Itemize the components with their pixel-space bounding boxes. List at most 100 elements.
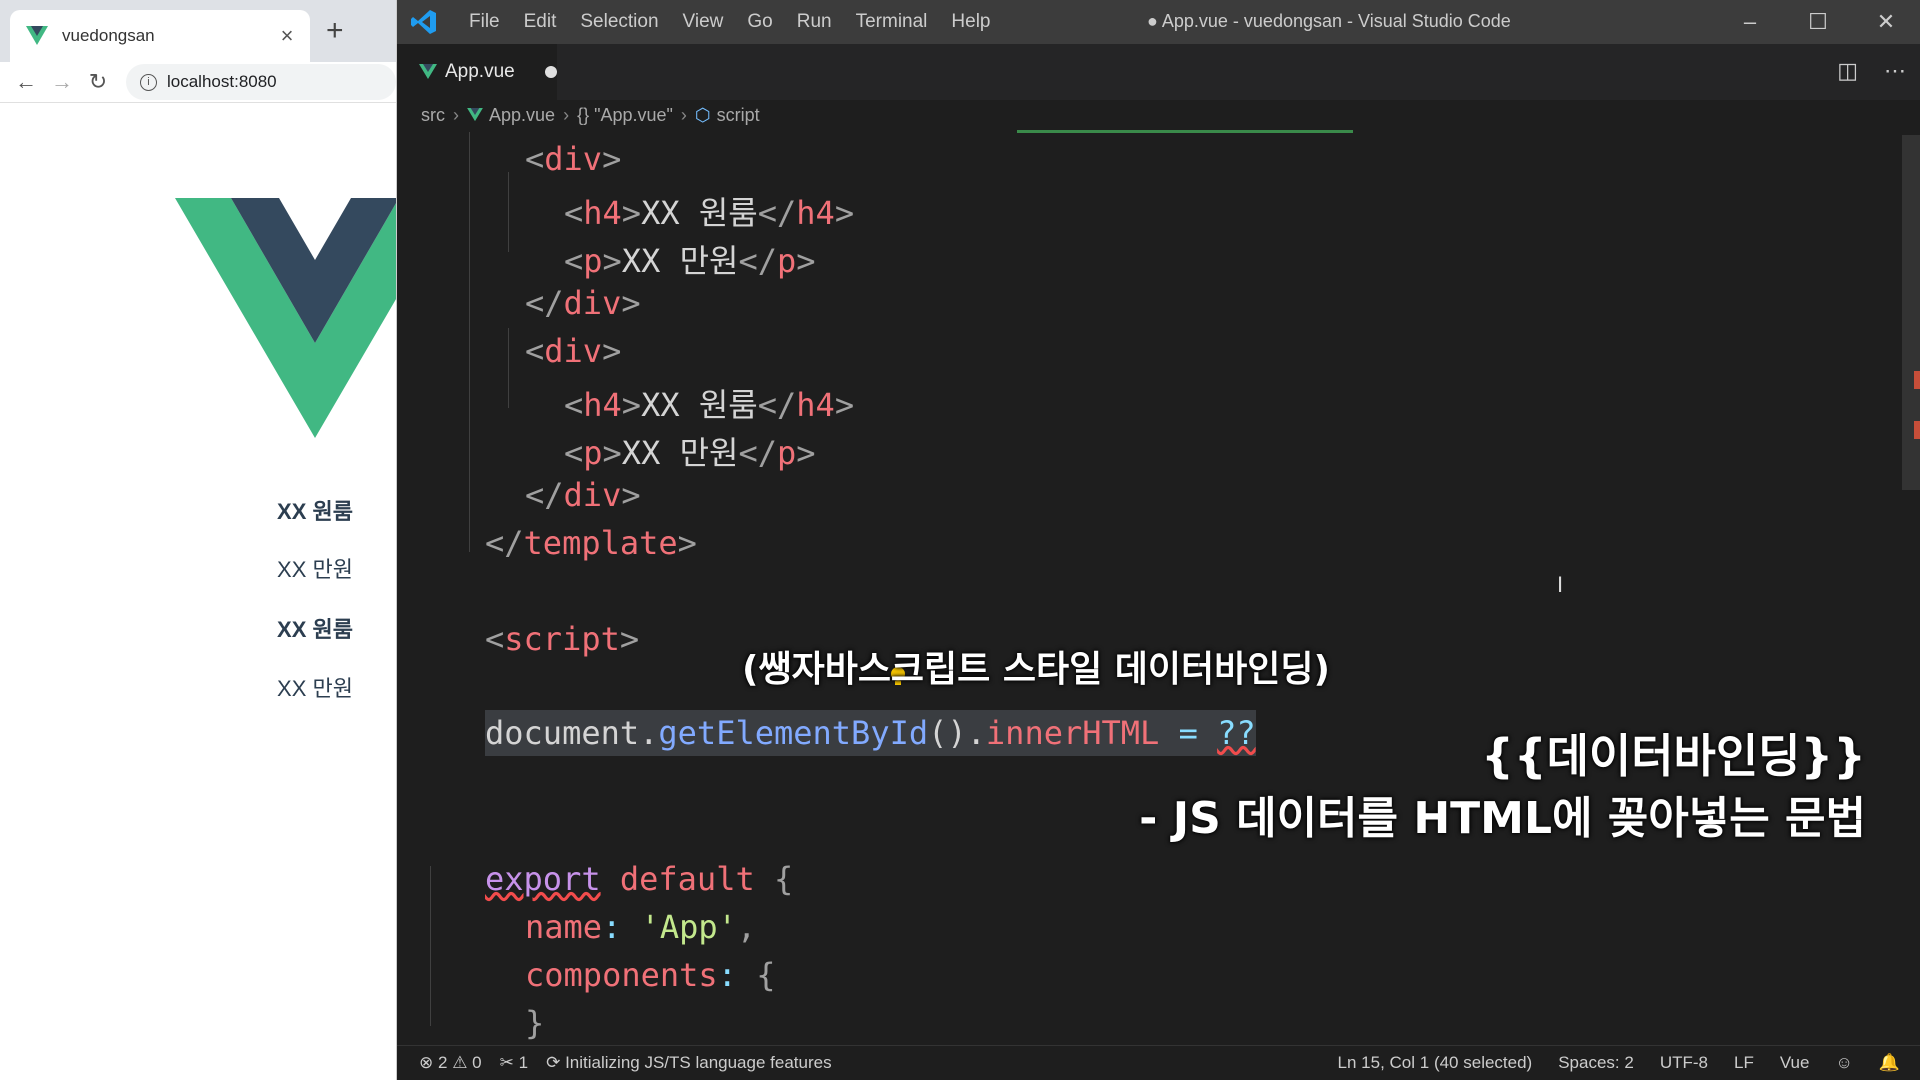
menu-run[interactable]: Run (785, 11, 844, 33)
code-line: <h4>XX 원룸</h4> (564, 194, 855, 232)
error-marker (1914, 371, 1920, 389)
caption-overlay: (쌩자바스크립트 스타일 데이터바인딩) (742, 649, 1330, 690)
vue-favicon-icon (26, 26, 48, 45)
language-mode[interactable]: Vue (1780, 1053, 1810, 1073)
breadcrumb: src › App.vue › {} "App.vue" › ⬡ script (397, 100, 1920, 130)
code-token: components (525, 956, 718, 994)
editor-tabs: App.vue ◫ ⋯ (397, 44, 1920, 100)
warning-icon: ⚠ (452, 1053, 468, 1072)
code-token: () (928, 714, 967, 752)
line-ending[interactable]: LF (1734, 1053, 1754, 1073)
code-line: </div> (525, 476, 641, 514)
info-icon[interactable]: i (140, 73, 157, 91)
breadcrumb-file[interactable]: App.vue (489, 105, 555, 126)
code-token: { (756, 956, 776, 994)
code-line: </template> (485, 524, 697, 562)
cube-icon: ⬡ (694, 104, 711, 125)
warning-count: 0 (472, 1053, 482, 1072)
chevron-right-icon: › (680, 104, 687, 125)
menu-go[interactable]: Go (735, 11, 784, 33)
code-line: <p>XX 만원</p> (564, 242, 816, 280)
code-token: 'App' (640, 908, 737, 946)
new-tab-button[interactable]: + (326, 14, 344, 48)
code-line: </div> (525, 284, 641, 322)
tools-icon: ✂ (499, 1053, 514, 1072)
reload-icon[interactable]: ↻ (80, 69, 116, 95)
indent-guide (508, 328, 509, 408)
code-token: getElementById (658, 714, 929, 752)
vscode-window: File Edit Selection View Go Run Terminal… (397, 0, 1920, 1080)
room-price: XX 만원 (277, 676, 353, 701)
menu-help[interactable]: Help (939, 11, 1002, 33)
tab-app-vue[interactable]: App.vue (397, 44, 557, 100)
code-line: name: 'App', (525, 908, 757, 946)
vue-file-icon (419, 64, 437, 79)
sync-icon: ⟳ (546, 1053, 561, 1072)
tools-count: 1 (518, 1053, 529, 1072)
split-editor-icon[interactable]: ◫ (1837, 58, 1858, 84)
problems-indicator[interactable]: ⊗ 2 ⚠ 0 (419, 1053, 482, 1073)
error-marker (1914, 421, 1920, 439)
indent-guide (508, 172, 509, 252)
indentation[interactable]: Spaces: 2 (1558, 1053, 1634, 1073)
browser-tab-title: vuedongsan (62, 26, 155, 45)
code-token: ?? (1217, 714, 1256, 752)
vue-logo (175, 198, 396, 438)
maximize-icon[interactable]: ☐ (1784, 0, 1852, 44)
title-bar: File Edit Selection View Go Run Terminal… (397, 0, 1920, 44)
indent-guide (469, 132, 470, 552)
vue-file-icon (467, 108, 483, 122)
code-token: export (485, 860, 601, 898)
feedback-icon[interactable]: ☺ (1835, 1053, 1852, 1073)
unsaved-dot-icon[interactable] (544, 66, 557, 78)
address-bar[interactable]: i localhost:8080 (126, 64, 396, 100)
tools-indicator[interactable]: ✂ 1 (500, 1053, 528, 1073)
menu-selection[interactable]: Selection (568, 11, 670, 33)
browser-tabstrip: vuedongsan × + (0, 0, 396, 62)
caption-overlay: {{데이터바인딩}} (1481, 729, 1866, 783)
vscode-logo-icon (411, 10, 436, 34)
cursor-position[interactable]: Ln 15, Col 1 (40 selected) (1338, 1053, 1533, 1073)
more-actions-icon[interactable]: ⋯ (1884, 58, 1906, 84)
encoding[interactable]: UTF-8 (1660, 1053, 1708, 1073)
menu-view[interactable]: View (671, 11, 736, 33)
minimize-icon[interactable]: – (1716, 0, 1784, 44)
forward-icon[interactable]: → (44, 69, 80, 95)
code-text: XX 원룸 (641, 194, 758, 232)
language-status[interactable]: ⟳ Initializing JS/TS language features (546, 1053, 831, 1073)
menu-edit[interactable]: Edit (512, 11, 569, 33)
caption-overlay: - JS 데이터를 HTML에 꽂아넣는 문법 (1139, 793, 1866, 844)
code-token: name (525, 908, 603, 946)
text-cursor-icon: I (1557, 572, 1564, 597)
code-text: XX 원룸 (641, 386, 758, 424)
chevron-right-icon: › (453, 104, 459, 125)
code-token: default (619, 860, 755, 898)
browser-tab[interactable]: vuedongsan × (10, 10, 310, 62)
scrollbar[interactable] (1902, 135, 1920, 490)
room-title: XX 원룸 (277, 617, 353, 642)
code-line: <p>XX 만원</p> (564, 434, 816, 472)
back-icon[interactable]: ← (8, 69, 44, 95)
code-line: <div> (525, 140, 622, 178)
notifications-icon[interactable]: 🔔 (1879, 1053, 1900, 1073)
close-tab-icon[interactable]: × (274, 23, 300, 49)
code-token: innerHTML (985, 714, 1160, 752)
menu-terminal[interactable]: Terminal (844, 11, 940, 33)
code-line: } (525, 1004, 544, 1042)
room-price: XX 만원 (277, 557, 353, 582)
indent-guide (430, 866, 431, 1026)
code-line: export default { (485, 860, 793, 898)
menu-file[interactable]: File (457, 11, 512, 33)
code-token: } (525, 1004, 545, 1042)
breadcrumb-symbol[interactable]: script (717, 105, 760, 126)
code-text: XX 만원 (621, 242, 739, 280)
code-editor[interactable]: <div> <h4>XX 원룸</h4> <p>XX 만원</p> </div>… (397, 132, 1920, 1047)
editor-actions: ◫ ⋯ (1837, 58, 1906, 84)
menu-bar: File Edit Selection View Go Run Terminal… (457, 11, 1003, 33)
chevron-right-icon: › (563, 104, 570, 125)
code-line: components: { (525, 956, 776, 994)
breadcrumb-object[interactable]: {} "App.vue" (577, 105, 673, 126)
window-controls: – ☐ ✕ (1716, 0, 1920, 44)
close-icon[interactable]: ✕ (1852, 0, 1920, 44)
breadcrumb-folder[interactable]: src (421, 105, 445, 126)
